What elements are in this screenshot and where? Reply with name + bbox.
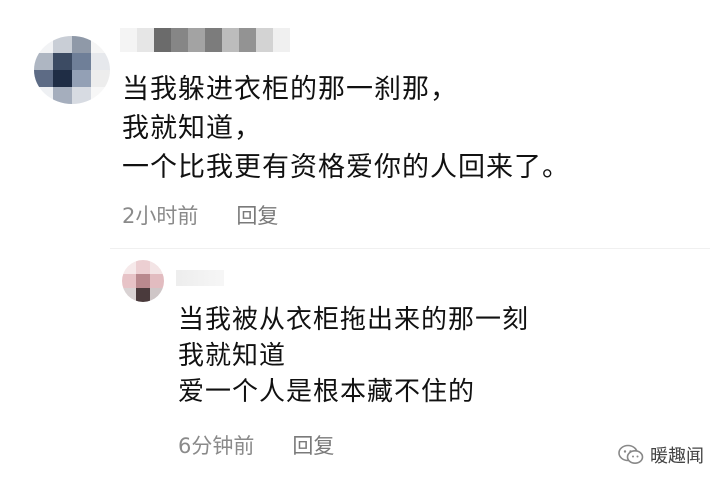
comment-thread: 当我躲进衣柜的那一刹那， 我就知道， 一个比我更有资格爱你的人回来了。 2小时前… [0, 0, 728, 482]
comment-line: 我就知道 [178, 341, 287, 371]
comment-line: 当我被从衣柜拖出来的那一刻 [178, 305, 530, 335]
comment-text: 当我被从衣柜拖出来的那一刻 我就知道 爱一个人是根本藏不住的 [178, 302, 678, 410]
comment-line: 当我躲进衣柜的那一刹那， [122, 74, 458, 105]
comment-text: 当我躲进衣柜的那一刹那， 我就知道， 一个比我更有资格爱你的人回来了。 [122, 70, 682, 187]
comment-time: 6分钟前 [178, 434, 255, 458]
watermark: 暖趣闻 [618, 442, 704, 468]
blurred-username[interactable] [176, 270, 224, 286]
comment-meta: 2小时前 回复 [122, 200, 278, 230]
reply-button[interactable]: 回复 [236, 200, 278, 230]
blurred-avatar-mosaic [122, 260, 164, 302]
avatar[interactable] [34, 36, 110, 104]
comment-meta: 6分钟前 回复 [178, 430, 334, 460]
reply-comment: 当我被从衣柜拖出来的那一刻 我就知道 爱一个人是根本藏不住的 6分钟前 回复 [110, 248, 710, 474]
blurred-avatar-mosaic [34, 36, 110, 104]
avatar[interactable] [122, 260, 164, 302]
blurred-username[interactable] [120, 28, 290, 52]
wechat-icon [618, 444, 644, 466]
watermark-text: 暖趣闻 [650, 446, 704, 467]
comment-line: 我就知道， [122, 113, 262, 144]
comment-time: 2小时前 [122, 204, 199, 228]
comment-line: 爱一个人是根本藏不住的 [178, 377, 476, 407]
comment-line: 一个比我更有资格爱你的人回来了。 [122, 152, 570, 183]
reply-button[interactable]: 回复 [292, 430, 334, 460]
main-comment: 当我躲进衣柜的那一刹那， 我就知道， 一个比我更有资格爱你的人回来了。 2小时前… [0, 0, 728, 250]
